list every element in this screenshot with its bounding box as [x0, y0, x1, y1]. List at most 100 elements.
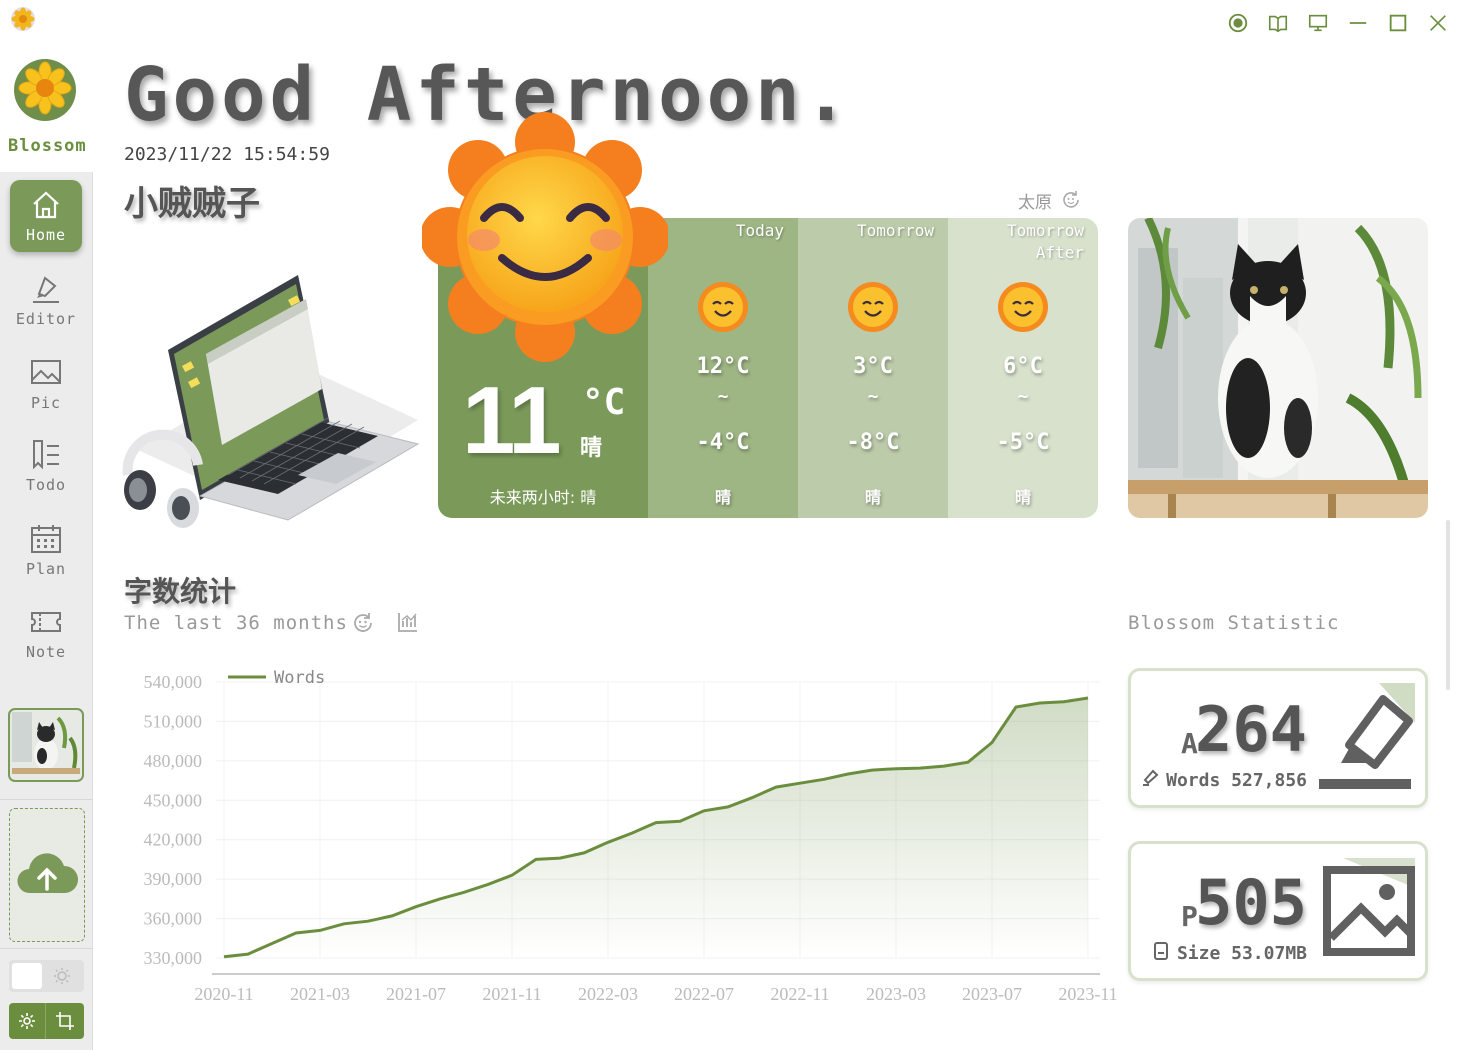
words-chart: 330,000 360,000 390,000 420,000 450,000 480,0… [144, 668, 1118, 1004]
day-label: Tomorrow [856, 221, 934, 240]
minimize-icon [1349, 22, 1367, 24]
temperature-unit: °C [582, 382, 626, 423]
calendar-icon [31, 525, 61, 553]
sun-smile-icon [848, 282, 898, 332]
chart-y-axis: 330,000 360,000 390,000 420,000 450,000 480,0… [144, 672, 203, 968]
sidebar-item-todo[interactable]: Todo [10, 430, 82, 502]
stats-subtitle: The last 36 months [124, 612, 348, 634]
chart-x-tick-label: 2020-11 [194, 984, 253, 1004]
storage-icon [1154, 942, 1168, 960]
weather-day-today: Today 12°C ~ -4°C 晴 [648, 218, 798, 518]
todo-icon [33, 440, 59, 470]
crop-icon [56, 1012, 74, 1030]
day-condition: 晴 [1014, 488, 1031, 507]
username: 小贼贼子 [124, 184, 260, 224]
sidebar-item-editor[interactable]: Editor [10, 264, 82, 336]
sidebar-divider [0, 799, 93, 800]
picture-large-icon [1323, 858, 1415, 956]
day-condition: 晴 [864, 488, 881, 507]
record-button[interactable] [1225, 10, 1251, 36]
stat-card-pictures[interactable]: P 505 Size 53.07MB [1128, 841, 1428, 981]
settings-button[interactable] [9, 1003, 46, 1039]
sidebar-item-pic[interactable]: Pic [10, 348, 82, 420]
theme-toggle[interactable] [9, 960, 84, 992]
chart-y-tick-label: 360,000 [144, 909, 203, 929]
temperature-separator: ~ [867, 386, 879, 407]
app-window: { "app": {"name": "Blossom"}, "header": … [0, 0, 1458, 1050]
temperature-separator: ~ [717, 386, 729, 407]
user-avatar[interactable] [8, 708, 84, 782]
legend-label: Words [274, 668, 325, 688]
refresh-chart-icon[interactable] [350, 610, 376, 636]
forecast-two-hours: 未来两小时: 晴 [489, 488, 597, 507]
chart-y-tick-label: 390,000 [144, 869, 203, 889]
sun-icon [54, 968, 70, 984]
chart-x-tick-label: 2021-03 [290, 984, 350, 1004]
high-temperature: 12°C [696, 354, 750, 379]
stat-card-articles[interactable]: A 264 Words 527,856 [1128, 668, 1428, 808]
weather-city: 太原 [1018, 193, 1052, 213]
high-temperature: 3°C [853, 354, 893, 379]
chart-y-tick-label: 450,000 [144, 790, 203, 810]
upload-dropzone[interactable] [9, 808, 85, 942]
sidebar-item-label: Note [25, 643, 67, 661]
monitor-icon [1308, 14, 1328, 32]
sidebar: Home Editor Pic Todo Plan Note [0, 172, 93, 1050]
cloud-upload-icon [17, 853, 78, 894]
chart-x-tick-label: 2023-03 [866, 984, 926, 1004]
current-temperature: 11 [462, 367, 561, 474]
scrollbar[interactable] [1446, 520, 1450, 690]
cat-photo [1128, 218, 1428, 518]
crop-button[interactable] [46, 1003, 84, 1039]
chart-x-tick-label: 2022-07 [674, 984, 734, 1004]
chart-x-tick-label: 2022-03 [578, 984, 638, 1004]
day-label: Tomorrow After [1006, 221, 1084, 262]
big-sun-emoji-icon [422, 112, 668, 362]
sidebar-item-label: Plan [25, 560, 67, 578]
sidebar-item-home[interactable]: Home [10, 180, 82, 252]
laptop-illustration [122, 275, 420, 528]
chart-y-tick-label: 330,000 [144, 948, 203, 968]
sun-smile-icon [698, 282, 748, 332]
weather-day-after-tomorrow: Tomorrow After 6°C ~ -5°C 晴 [948, 218, 1098, 518]
sun-smile-icon [998, 282, 1048, 332]
sidebar-item-label: Todo [25, 476, 67, 494]
current-condition: 晴 [580, 436, 603, 461]
articles-count: 264 [1195, 693, 1307, 766]
chart-y-tick-label: 480,000 [144, 751, 203, 771]
close-button[interactable] [1425, 10, 1451, 36]
blossom-statistic-title: Blossom Statistic [1128, 612, 1340, 634]
pen-icon [1143, 769, 1159, 786]
pictures-size: Size 53.07MB [1176, 943, 1307, 964]
record-icon [1228, 13, 1248, 33]
sidebar-item-note[interactable]: Note [10, 597, 82, 669]
blossom-logo-icon [14, 59, 76, 121]
app-logo-small-icon [11, 7, 35, 31]
articles-words: Words 527,856 [1166, 770, 1307, 791]
chart-y-tick-label: 420,000 [144, 830, 203, 850]
low-temperature: -4°C [696, 430, 750, 455]
book-button[interactable] [1265, 10, 1291, 36]
high-temperature: 6°C [1003, 354, 1043, 379]
maximize-icon [1389, 14, 1407, 32]
low-temperature: -8°C [846, 430, 900, 455]
temperature-separator: ~ [1017, 386, 1029, 407]
sidebar-item-label: Pic [30, 394, 62, 412]
low-temperature: -5°C [996, 430, 1050, 455]
current-datetime: 2023/11/22 15:54:59 [124, 144, 330, 165]
chart-icon[interactable] [396, 610, 420, 634]
chart-x-tick-label: 2022-11 [770, 984, 829, 1004]
theme-toggle-knob [12, 963, 42, 989]
day-condition: 晴 [714, 488, 731, 507]
maximize-button[interactable] [1385, 10, 1411, 36]
refresh-weather-icon[interactable] [1060, 189, 1082, 211]
sidebar-item-label: Home [25, 226, 67, 244]
minimize-button[interactable] [1345, 10, 1371, 36]
chart-x-tick-label: 2023-07 [962, 984, 1022, 1004]
monitor-button[interactable] [1305, 10, 1331, 36]
bottom-actions [9, 1003, 84, 1039]
sidebar-item-plan[interactable]: Plan [10, 514, 82, 586]
pictures-count: 505 [1195, 866, 1307, 939]
section-title-word-count: 字数统计 [124, 575, 237, 608]
editor-icon [33, 276, 59, 303]
